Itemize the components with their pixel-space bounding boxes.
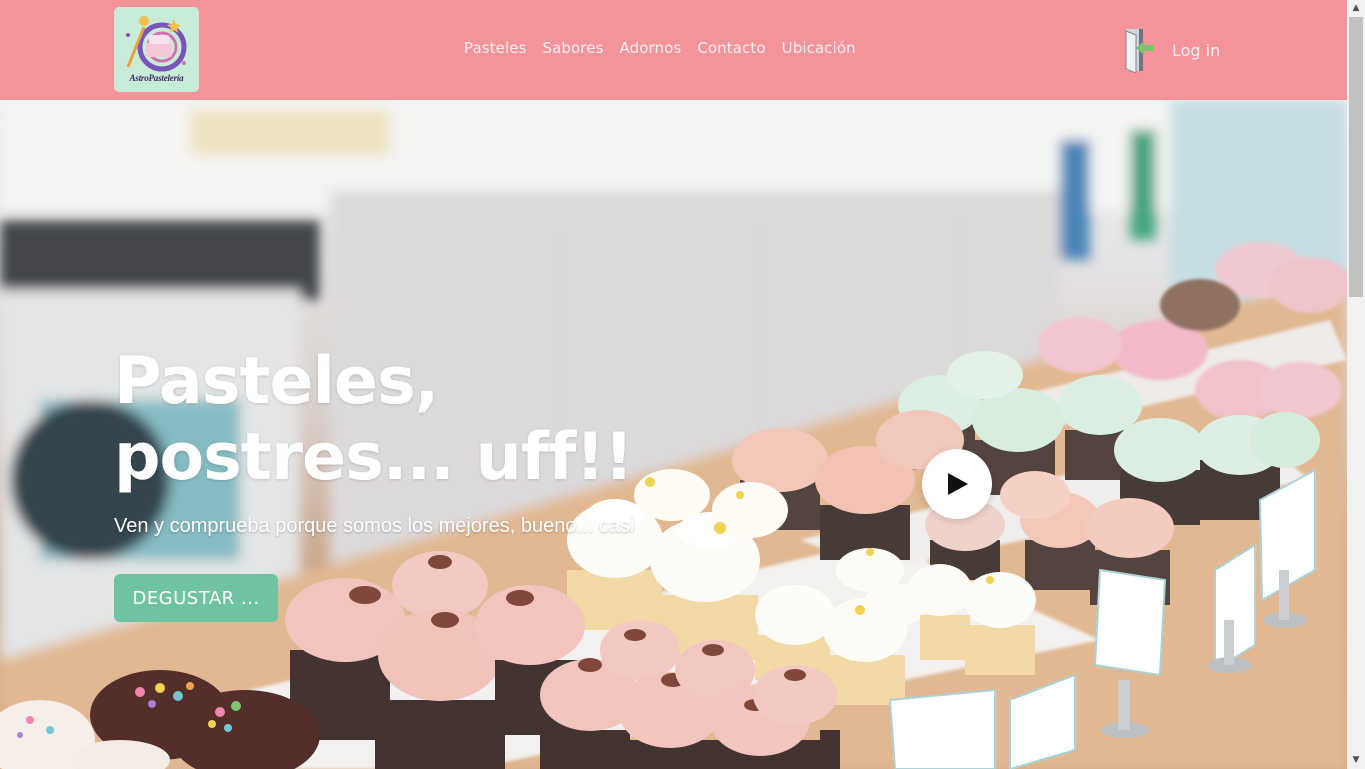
nav-link-contacto[interactable]: Contacto: [697, 39, 765, 57]
play-video-button[interactable]: [922, 449, 992, 519]
hero-title-line-2: postres... uff!!: [114, 420, 634, 495]
door-enter-icon: [1125, 29, 1154, 73]
vertical-scrollbar[interactable]: ▲ ▼: [1347, 0, 1365, 769]
nav-link-sabores[interactable]: Sabores: [543, 39, 604, 57]
nav-link-ubicacion[interactable]: Ubicación: [782, 39, 856, 57]
nav-link-pasteles[interactable]: Pasteles: [464, 39, 527, 57]
play-icon: [948, 473, 968, 495]
brand-logo[interactable]: AstroPastelería: [114, 7, 199, 92]
scroll-down-arrow-icon[interactable]: ▼: [1347, 752, 1365, 769]
main-nav: Pasteles Sabores Adornos Contacto Ubicac…: [464, 39, 856, 57]
scroll-up-arrow-icon[interactable]: ▲: [1347, 0, 1365, 17]
hero-section: Pasteles, postres... uff!! Ven y comprue…: [0, 100, 1347, 769]
hero-title-line-1: Pasteles,: [114, 344, 439, 419]
login-link[interactable]: Log in: [1122, 27, 1220, 73]
login-label: Log in: [1172, 40, 1221, 60]
nav-link-adornos[interactable]: Adornos: [620, 39, 682, 57]
degustar-button[interactable]: DEGUSTAR ...: [114, 574, 278, 622]
navbar: AstroPastelería Pasteles Sabores Adornos…: [0, 0, 1347, 100]
logo-text: AstroPastelería: [129, 73, 184, 83]
hero-title: Pasteles, postres... uff!!: [114, 344, 674, 496]
scrollbar-thumb[interactable]: [1349, 17, 1363, 297]
hero-subtitle: Ven y comprueba porque somos los mejores…: [114, 515, 635, 537]
